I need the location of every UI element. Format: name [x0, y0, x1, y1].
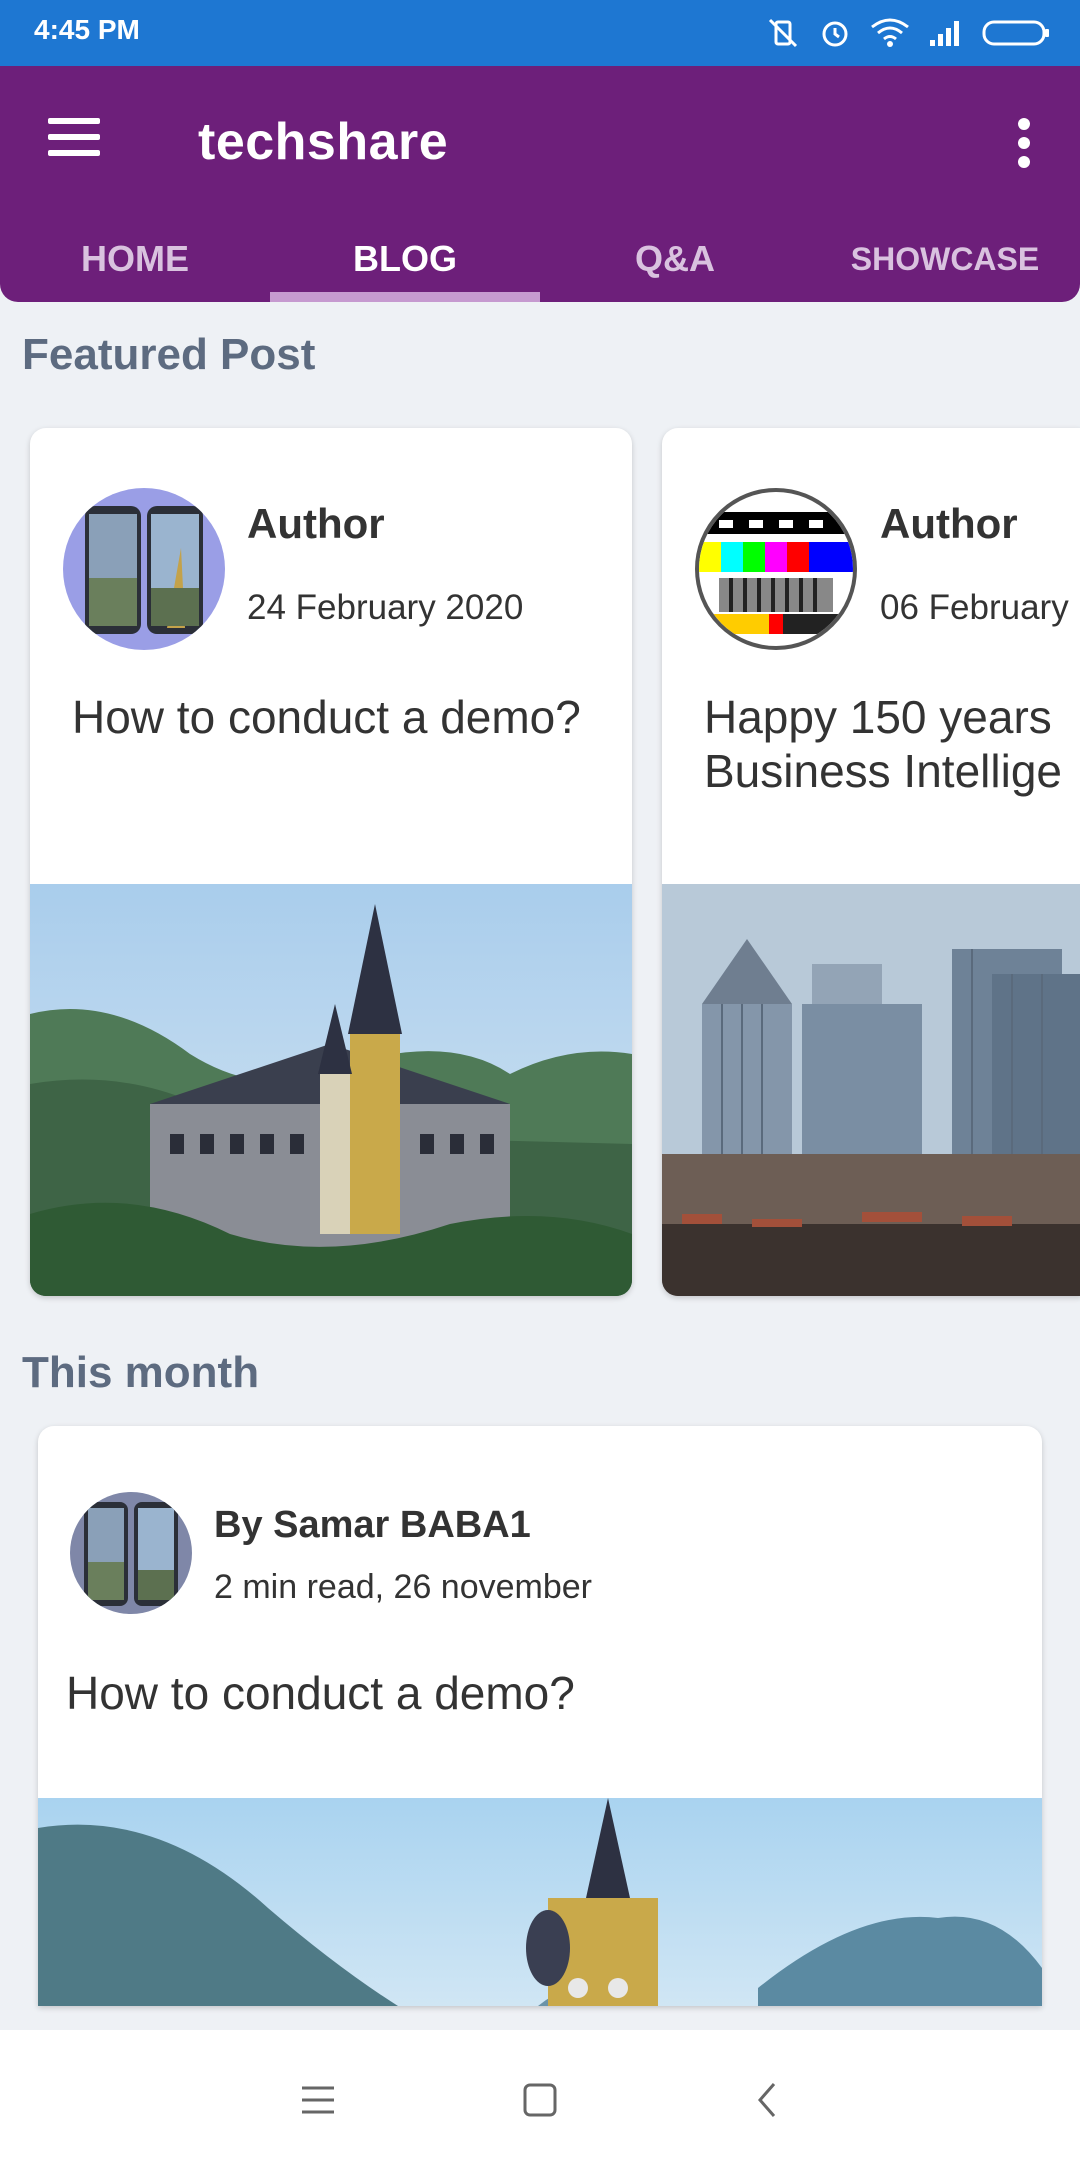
post-date: 24 February 2020 — [247, 588, 524, 627]
this-month-heading: This month — [22, 1348, 260, 1397]
back-icon[interactable] — [738, 2070, 798, 2130]
tab-qa[interactable]: Q&A — [540, 230, 810, 302]
wifi-icon — [871, 18, 909, 47]
avatar — [63, 488, 225, 650]
post-title[interactable]: Happy 150 years Business Intellige — [704, 690, 1080, 798]
castle-cover-image — [30, 884, 632, 1296]
system-nav-bar — [0, 2030, 1080, 2160]
tab-home[interactable]: HOME — [0, 230, 270, 302]
tab-indicator — [270, 292, 540, 302]
month-post-card[interactable]: By Samar BABA1 2 min read, 26 november H… — [38, 1426, 1042, 2006]
author-name: Author — [880, 500, 1018, 547]
post-date: 06 February — [880, 588, 1069, 627]
author-name: Author — [247, 500, 385, 547]
post-meta: 2 min read, 26 november — [214, 1568, 592, 1606]
city-cover-image — [662, 884, 1080, 1296]
avatar — [70, 1492, 192, 1614]
signal-icon — [930, 21, 959, 46]
featured-heading: Featured Post — [22, 330, 316, 379]
vibrate-off-icon — [768, 18, 798, 48]
avatar — [695, 488, 857, 650]
author-name: By Samar BABA1 — [214, 1504, 531, 1546]
post-title[interactable]: How to conduct a demo? — [72, 690, 612, 744]
tab-showcase[interactable]: SHOWCASE — [810, 230, 1080, 302]
status-icons — [766, 12, 1052, 54]
hamburger-menu-icon[interactable] — [48, 118, 104, 162]
app-title: techshare — [198, 113, 449, 171]
status-time: 4:45 PM — [34, 14, 140, 45]
alarm-icon — [822, 21, 848, 47]
featured-card-2[interactable]: Author 06 February Happy 150 years Busin… — [662, 428, 1080, 1296]
battery-icon — [982, 20, 1049, 46]
tab-bar: HOME BLOG Q&A SHOWCASE — [0, 230, 1080, 302]
post-title[interactable]: How to conduct a demo? — [66, 1666, 1006, 1720]
app-bar: techshare HOME BLOG Q&A SHOWCASE — [0, 66, 1080, 302]
home-icon[interactable] — [510, 2070, 570, 2130]
more-vertical-icon[interactable] — [1018, 118, 1032, 168]
castle-cover-image — [38, 1798, 1042, 2006]
featured-card-1[interactable]: Author 24 February 2020 How to conduct a… — [30, 428, 632, 1296]
status-bar: 4:45 PM — [0, 0, 1080, 66]
recents-icon[interactable] — [288, 2070, 348, 2130]
